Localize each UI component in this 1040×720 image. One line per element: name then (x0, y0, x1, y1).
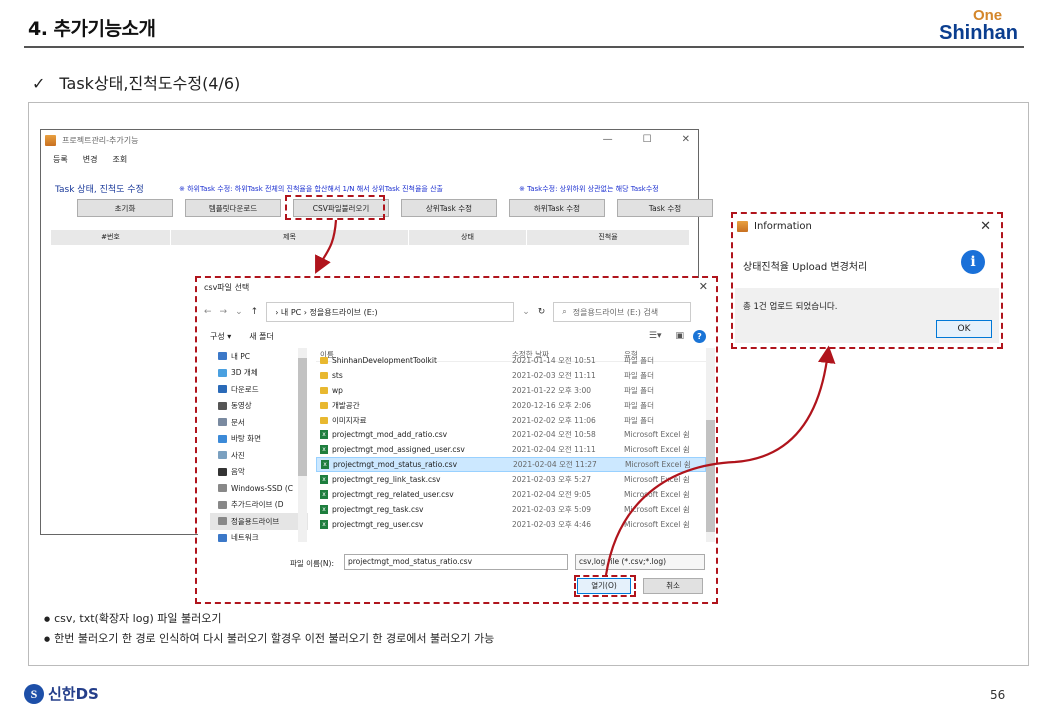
footer-logo: S 신한DS (24, 683, 99, 704)
footer-brand-text: 신한DS (48, 685, 99, 703)
arrow-csv-to-dialog (315, 219, 338, 274)
page-number: 56 (990, 688, 1006, 702)
bullet-text: csv, txt(확장자 log) 파일 불러오기 (54, 612, 222, 625)
arrow-open-to-info (604, 345, 836, 576)
shinhan-mark-icon: S (24, 683, 44, 704)
bullet-list: ● csv, txt(확장자 log) 파일 불러오기 ● 한번 불러오기 한 경로… (44, 609, 494, 649)
bullet-item: ● 한번 불러오기 한 경로 인식하여 다시 불러오기 할경우 이전 불러오기 한… (44, 632, 495, 645)
bullet-item: ● csv, txt(확장자 log) 파일 불러오기 (44, 612, 222, 625)
bullet-text: 한번 불러오기 한 경로 인식하여 다시 불러오기 할경우 이전 불러오기 한 … (54, 632, 495, 645)
